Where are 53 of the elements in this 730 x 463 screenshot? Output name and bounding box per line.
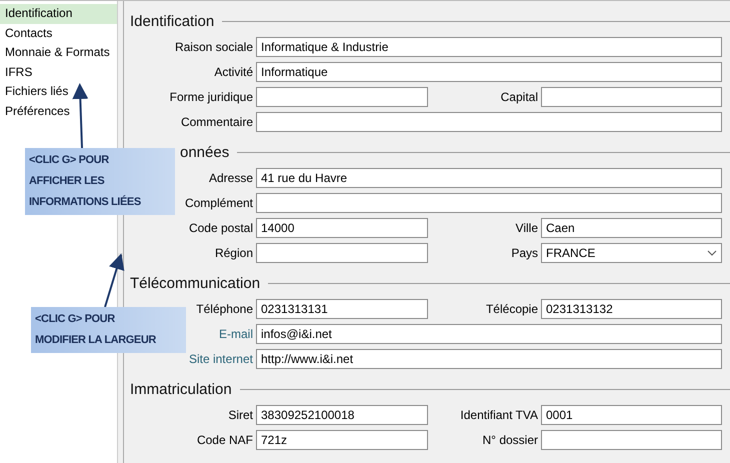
input-field[interactable] — [541, 86, 722, 106]
field-label: Ville — [516, 220, 538, 234]
chevron-icon — [707, 250, 717, 256]
field-label: Code NAF — [196, 432, 253, 446]
sidebar-item[interactable]: IFRS — [0, 62, 117, 82]
arrow — [72, 83, 88, 148]
field-label: Téléphone — [196, 302, 253, 316]
field-label: E-mail — [218, 326, 253, 340]
input-field[interactable]: 14000 — [256, 218, 428, 238]
field-label: Siret — [228, 408, 253, 422]
field-label: Identifiant TVA — [460, 408, 538, 422]
input-field[interactable]: 38309252100018 — [256, 404, 428, 424]
input-field[interactable]: Caen — [541, 218, 722, 238]
callout-note: <CLIC G> POUR MODIFIER LA LARGEUR — [31, 307, 186, 353]
field-label: Forme juridique — [170, 90, 253, 104]
field-label: Capital — [500, 90, 538, 104]
field-label: Raison sociale — [174, 40, 253, 54]
field-label: Code postal — [188, 220, 253, 234]
field-label: Site internet — [188, 352, 253, 366]
sidebar-item[interactable]: Fichiers liés — [0, 82, 117, 102]
field-label: Pays — [511, 246, 538, 260]
input-field[interactable]: infos@i&i.net — [256, 324, 722, 344]
sidebar-item[interactable]: Identification — [0, 4, 117, 24]
section-title: Télécommunication — [130, 274, 260, 292]
sidebar-item[interactable]: Monnaie & Formats — [0, 43, 117, 62]
field-label: Commentaire — [180, 114, 253, 128]
sidebar-item[interactable]: Contacts — [0, 24, 117, 43]
section-title: Identification — [130, 12, 214, 30]
input-field[interactable]: 41 rue du Havre — [256, 168, 722, 188]
input-field[interactable] — [256, 192, 722, 212]
sidebar-item[interactable]: Préférences — [0, 102, 117, 121]
input-field[interactable]: http://www.i&i.net — [256, 348, 722, 368]
section-title: onnées — [180, 144, 230, 160]
field-label: Complément — [184, 196, 253, 210]
field-label: Région — [214, 246, 253, 260]
field-label: Activité — [214, 64, 253, 78]
input-field[interactable] — [256, 112, 722, 132]
input-field[interactable]: 0231313131 — [256, 298, 428, 318]
field-label: Télécopie — [486, 302, 538, 316]
callout-note: <CLIC G> POUR AFFICHER LES INFORMATIONS LIÉES — [25, 148, 175, 215]
arrow — [104, 253, 124, 308]
input-field[interactable]: 721z — [256, 430, 428, 450]
dropdown[interactable]: FRANCE — [541, 242, 722, 262]
input-field[interactable] — [256, 242, 428, 262]
field-label: N° dossier — [482, 432, 538, 446]
input-field[interactable] — [256, 86, 428, 106]
field-label: Adresse — [208, 170, 253, 184]
input-field[interactable]: Informatique — [256, 62, 722, 82]
input-field[interactable]: Informatique & Industrie — [256, 36, 722, 56]
section-title: Immatriculation — [130, 380, 232, 398]
input-field[interactable] — [541, 430, 722, 450]
input-field[interactable]: 0001 — [541, 404, 722, 424]
input-field[interactable]: 0231313132 — [541, 298, 722, 318]
